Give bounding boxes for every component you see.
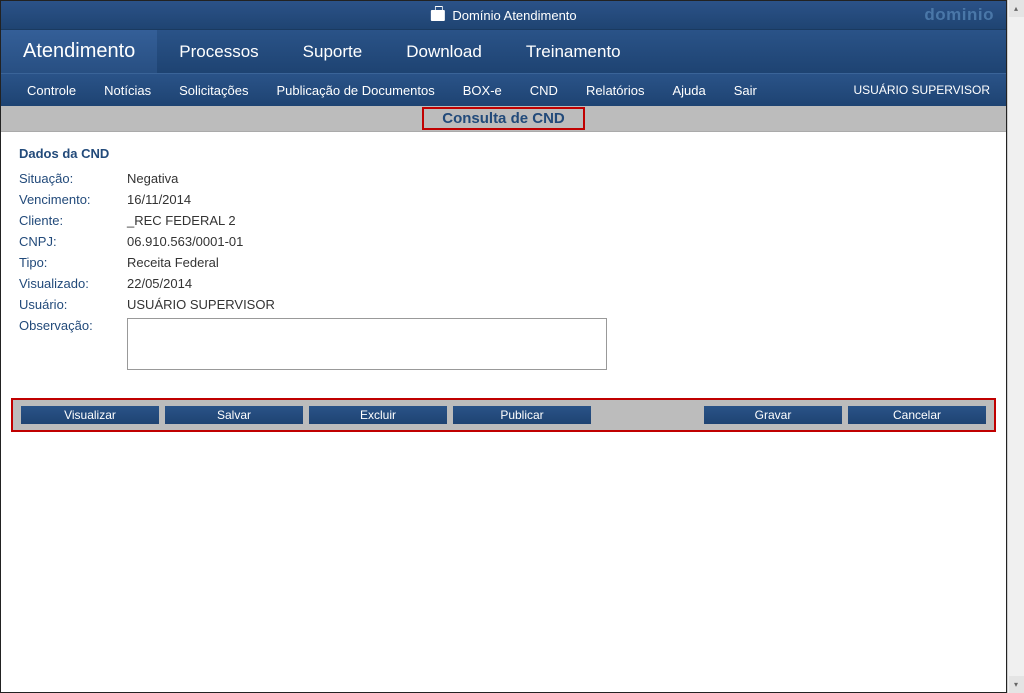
value-cnpj: 06.910.563/0001-01: [127, 234, 243, 249]
title-bar: Domínio Atendimento dominio: [1, 1, 1006, 30]
sub-nav-items: Controle Notícias Solicitações Publicaçã…: [13, 83, 771, 98]
label-visualizado: Visualizado:: [19, 276, 127, 291]
content-area: Dados da CND Situação: Negativa Vencimen…: [1, 132, 1006, 386]
value-visualizado: 22/05/2014: [127, 276, 192, 291]
button-spacer: [597, 406, 698, 424]
field-situacao: Situação: Negativa: [19, 171, 988, 186]
section-title: Dados da CND: [19, 146, 988, 161]
scroll-down-arrow-icon[interactable]: ▾: [1009, 676, 1024, 693]
value-cliente: _REC FEDERAL 2: [127, 213, 236, 228]
label-observacao: Observação:: [19, 318, 127, 333]
subnav-solicitacoes[interactable]: Solicitações: [165, 83, 262, 98]
field-usuario: Usuário: USUÁRIO SUPERVISOR: [19, 297, 988, 312]
field-cliente: Cliente: _REC FEDERAL 2: [19, 213, 988, 228]
value-situacao: Negativa: [127, 171, 178, 186]
label-situacao: Situação:: [19, 171, 127, 186]
app-frame: Domínio Atendimento dominio Atendimento …: [0, 0, 1007, 693]
value-usuario: USUÁRIO SUPERVISOR: [127, 297, 275, 312]
field-visualizado: Visualizado: 22/05/2014: [19, 276, 988, 291]
label-vencimento: Vencimento:: [19, 192, 127, 207]
value-vencimento: 16/11/2014: [127, 192, 191, 207]
salvar-button[interactable]: Salvar: [165, 406, 303, 424]
field-cnpj: CNPJ: 06.910.563/0001-01: [19, 234, 988, 249]
label-usuario: Usuário:: [19, 297, 127, 312]
nav-treinamento[interactable]: Treinamento: [504, 30, 643, 73]
label-cliente: Cliente:: [19, 213, 127, 228]
subnav-ajuda[interactable]: Ajuda: [658, 83, 719, 98]
subnav-noticias[interactable]: Notícias: [90, 83, 165, 98]
observacao-textarea[interactable]: [127, 318, 607, 370]
label-cnpj: CNPJ:: [19, 234, 127, 249]
page-title: Consulta de CND: [422, 107, 585, 130]
app-title-wrap: Domínio Atendimento: [430, 8, 576, 23]
label-tipo: Tipo:: [19, 255, 127, 270]
cancelar-button[interactable]: Cancelar: [848, 406, 986, 424]
current-user-label: USUÁRIO SUPERVISOR: [854, 83, 994, 97]
publicar-button[interactable]: Publicar: [453, 406, 591, 424]
subnav-publicacao[interactable]: Publicação de Documentos: [262, 83, 448, 98]
nav-atendimento[interactable]: Atendimento: [1, 30, 157, 73]
subnav-cnd[interactable]: CND: [516, 83, 572, 98]
nav-suporte[interactable]: Suporte: [281, 30, 385, 73]
subnav-sair[interactable]: Sair: [720, 83, 771, 98]
button-bar: Visualizar Salvar Excluir Publicar Grava…: [11, 398, 996, 432]
field-observacao: Observação:: [19, 318, 988, 370]
vertical-scrollbar[interactable]: ▴ ▾: [1007, 0, 1024, 693]
app-title: Domínio Atendimento: [452, 8, 576, 23]
subnav-boxe[interactable]: BOX-e: [449, 83, 516, 98]
field-vencimento: Vencimento: 16/11/2014: [19, 192, 988, 207]
brand-logo: dominio: [924, 5, 994, 25]
visualizar-button[interactable]: Visualizar: [21, 406, 159, 424]
page-title-bar: Consulta de CND: [1, 106, 1006, 132]
gravar-button[interactable]: Gravar: [704, 406, 842, 424]
nav-download[interactable]: Download: [384, 30, 504, 73]
scroll-up-arrow-icon[interactable]: ▴: [1009, 0, 1024, 17]
briefcase-icon: [430, 10, 444, 21]
nav-processos[interactable]: Processos: [157, 30, 280, 73]
field-tipo: Tipo: Receita Federal: [19, 255, 988, 270]
sub-nav: Controle Notícias Solicitações Publicaçã…: [1, 73, 1006, 106]
value-tipo: Receita Federal: [127, 255, 219, 270]
main-nav: Atendimento Processos Suporte Download T…: [1, 30, 1006, 73]
subnav-relatorios[interactable]: Relatórios: [572, 83, 659, 98]
excluir-button[interactable]: Excluir: [309, 406, 447, 424]
subnav-controle[interactable]: Controle: [13, 83, 90, 98]
